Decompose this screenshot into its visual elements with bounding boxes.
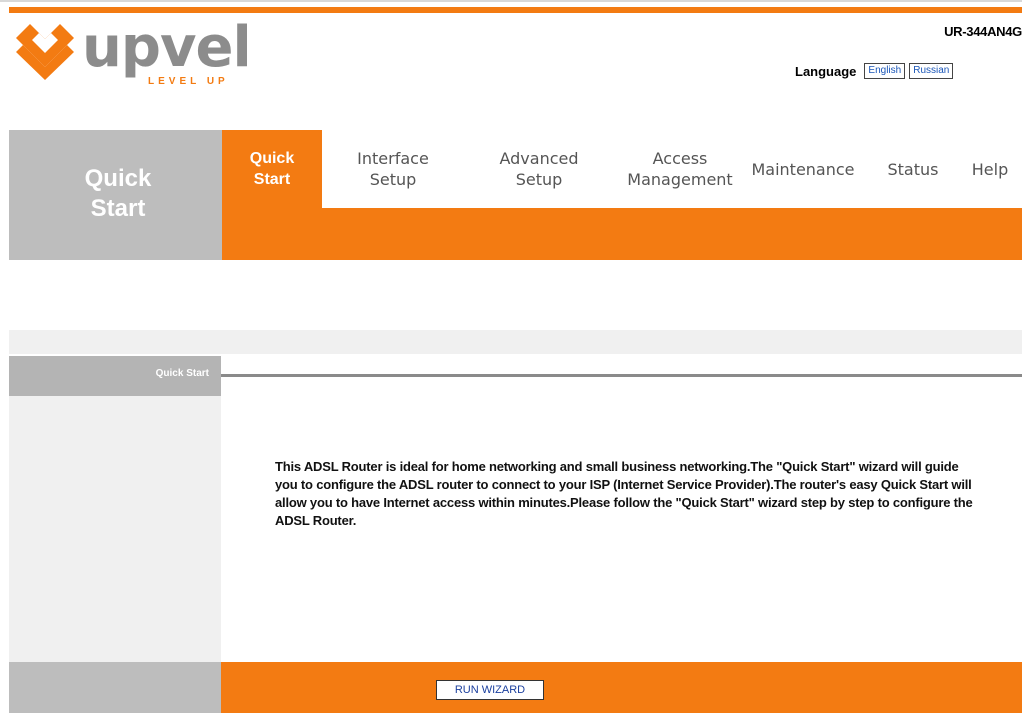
quick-start-description: This ADSL Router is ideal for home netwo… bbox=[275, 459, 973, 528]
tab-interface-setup-line1: Interface bbox=[357, 149, 429, 168]
tab-help[interactable]: Help bbox=[962, 159, 1018, 180]
tab-maintenance[interactable]: Maintenance bbox=[738, 159, 868, 180]
subnav-bar bbox=[222, 208, 1022, 260]
tab-quick-start-line1: Quick bbox=[249, 150, 295, 167]
tab-access-management[interactable]: Access Management bbox=[620, 148, 740, 190]
nav-section-title: Quick Start bbox=[84, 165, 152, 222]
top-border bbox=[0, 0, 1022, 2]
tab-advanced-setup[interactable]: Advanced Setup bbox=[484, 148, 594, 190]
language-label: Language bbox=[795, 63, 857, 79]
tab-access-management-line2: Management bbox=[627, 170, 733, 189]
upvel-logo: upvel LEVEL UP bbox=[12, 16, 252, 88]
content-sidebar bbox=[9, 356, 221, 662]
tab-advanced-setup-line1: Advanced bbox=[499, 149, 579, 168]
tab-interface-setup-line2: Setup bbox=[369, 170, 417, 189]
tab-quick-start[interactable]: Quick Start bbox=[222, 148, 322, 190]
logo-wordmark: upvel bbox=[82, 15, 252, 80]
footer-bar bbox=[221, 662, 1022, 713]
nav-section-panel: Quick Start bbox=[9, 130, 222, 260]
tab-advanced-setup-line2: Setup bbox=[515, 170, 563, 189]
model-name: UR-344AN4G bbox=[944, 24, 1022, 39]
tab-status[interactable]: Status bbox=[878, 159, 948, 180]
english-button[interactable]: English bbox=[864, 63, 906, 79]
header-accent-bar bbox=[9, 7, 1022, 13]
run-wizard-button[interactable]: RUN WIZARD bbox=[436, 680, 544, 700]
section-header-label: Quick Start bbox=[155, 368, 209, 379]
language-selector: Language English Russian bbox=[795, 62, 954, 80]
tab-interface-setup[interactable]: Interface Setup bbox=[338, 148, 448, 190]
logo-chevron-icon bbox=[16, 24, 74, 80]
russian-button[interactable]: Russian bbox=[909, 63, 954, 79]
logo-tagline: LEVEL UP bbox=[148, 76, 229, 87]
tab-access-management-line1: Access bbox=[652, 149, 708, 168]
section-header: Quick Start bbox=[9, 356, 221, 396]
footer-left-panel bbox=[9, 662, 221, 713]
tab-quick-start-line2: Start bbox=[253, 171, 291, 188]
content-top-strip bbox=[9, 330, 1022, 354]
section-divider bbox=[221, 374, 1022, 377]
